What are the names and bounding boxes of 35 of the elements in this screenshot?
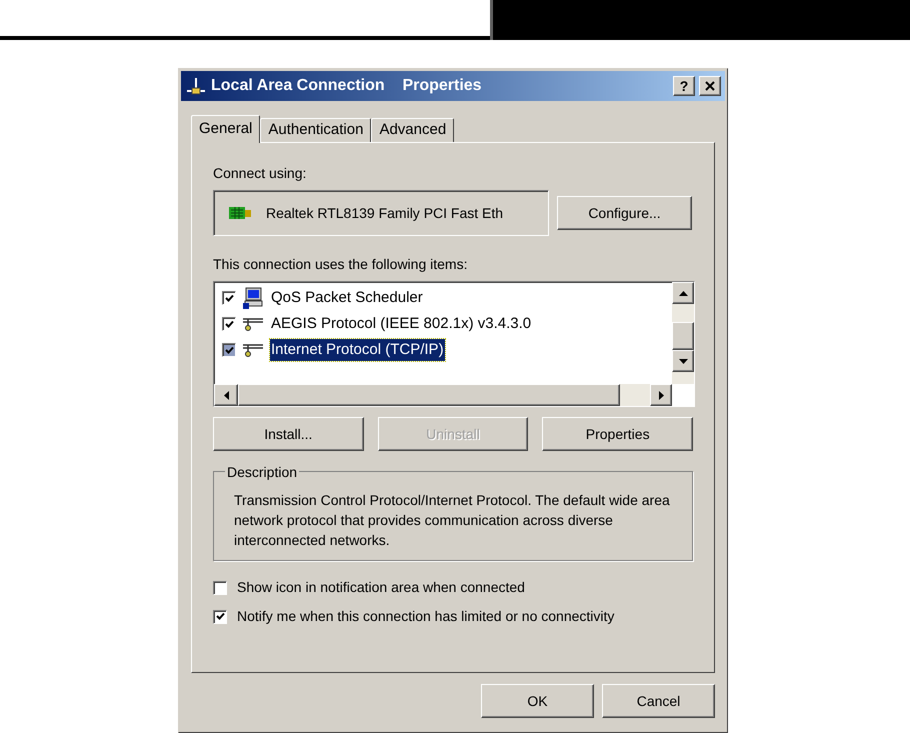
down-arrow-icon <box>678 358 688 364</box>
tab[interactable]: Authentication <box>260 118 372 142</box>
items-label: This connection uses the following items: <box>213 255 468 274</box>
left-arrow-icon <box>224 390 228 400</box>
list-item[interactable]: Internet Protocol (TCP/IP) <box>222 337 672 363</box>
close-icon <box>705 81 715 91</box>
computer-icon <box>242 287 264 309</box>
horizontal-scrollbar[interactable] <box>214 384 672 406</box>
dialog-button[interactable]: Cancel <box>602 684 715 718</box>
vertical-scrollbar[interactable] <box>672 282 694 384</box>
checkbox[interactable] <box>213 610 227 624</box>
list-action-button[interactable]: Properties <box>542 417 694 451</box>
tab[interactable]: Advanced <box>371 118 454 142</box>
network-icon <box>242 342 264 358</box>
window-title: Local Area Connection Properties <box>211 76 483 96</box>
configure-button[interactable]: Configure... <box>557 196 692 230</box>
option-checkbox[interactable]: Show icon in notification area when connected <box>213 577 693 598</box>
network-icon <box>242 316 264 332</box>
adapter-field: Realtek RTL8139 Family PCI Fast Eth <box>213 190 549 236</box>
dialog-button[interactable]: OK <box>481 684 594 718</box>
description-text: Transmission Control Protocol/Internet Protocol. The default wide area network protocol that provides communication across diverse interconnected networks. <box>234 491 671 550</box>
list-item[interactable]: AEGIS Protocol (IEEE 802.1x) v3.4.3.0 <box>222 311 672 337</box>
right-arrow-icon <box>658 390 664 400</box>
list-action-button[interactable]: Install... <box>213 417 364 451</box>
checkbox[interactable] <box>213 580 227 594</box>
close-button[interactable] <box>699 76 721 96</box>
option-checkbox[interactable]: Notify me when this connection has limited or no connectivity <box>213 606 693 627</box>
checkbox[interactable] <box>222 343 236 357</box>
help-button[interactable]: ? <box>673 76 695 96</box>
list-item[interactable]: QoS Packet Scheduler <box>222 285 672 311</box>
network-card-icon <box>228 205 252 221</box>
tab[interactable]: General <box>191 115 260 143</box>
network-icon <box>185 77 207 95</box>
up-arrow-icon <box>678 290 688 296</box>
connect-using-label: Connect using: <box>213 164 308 183</box>
